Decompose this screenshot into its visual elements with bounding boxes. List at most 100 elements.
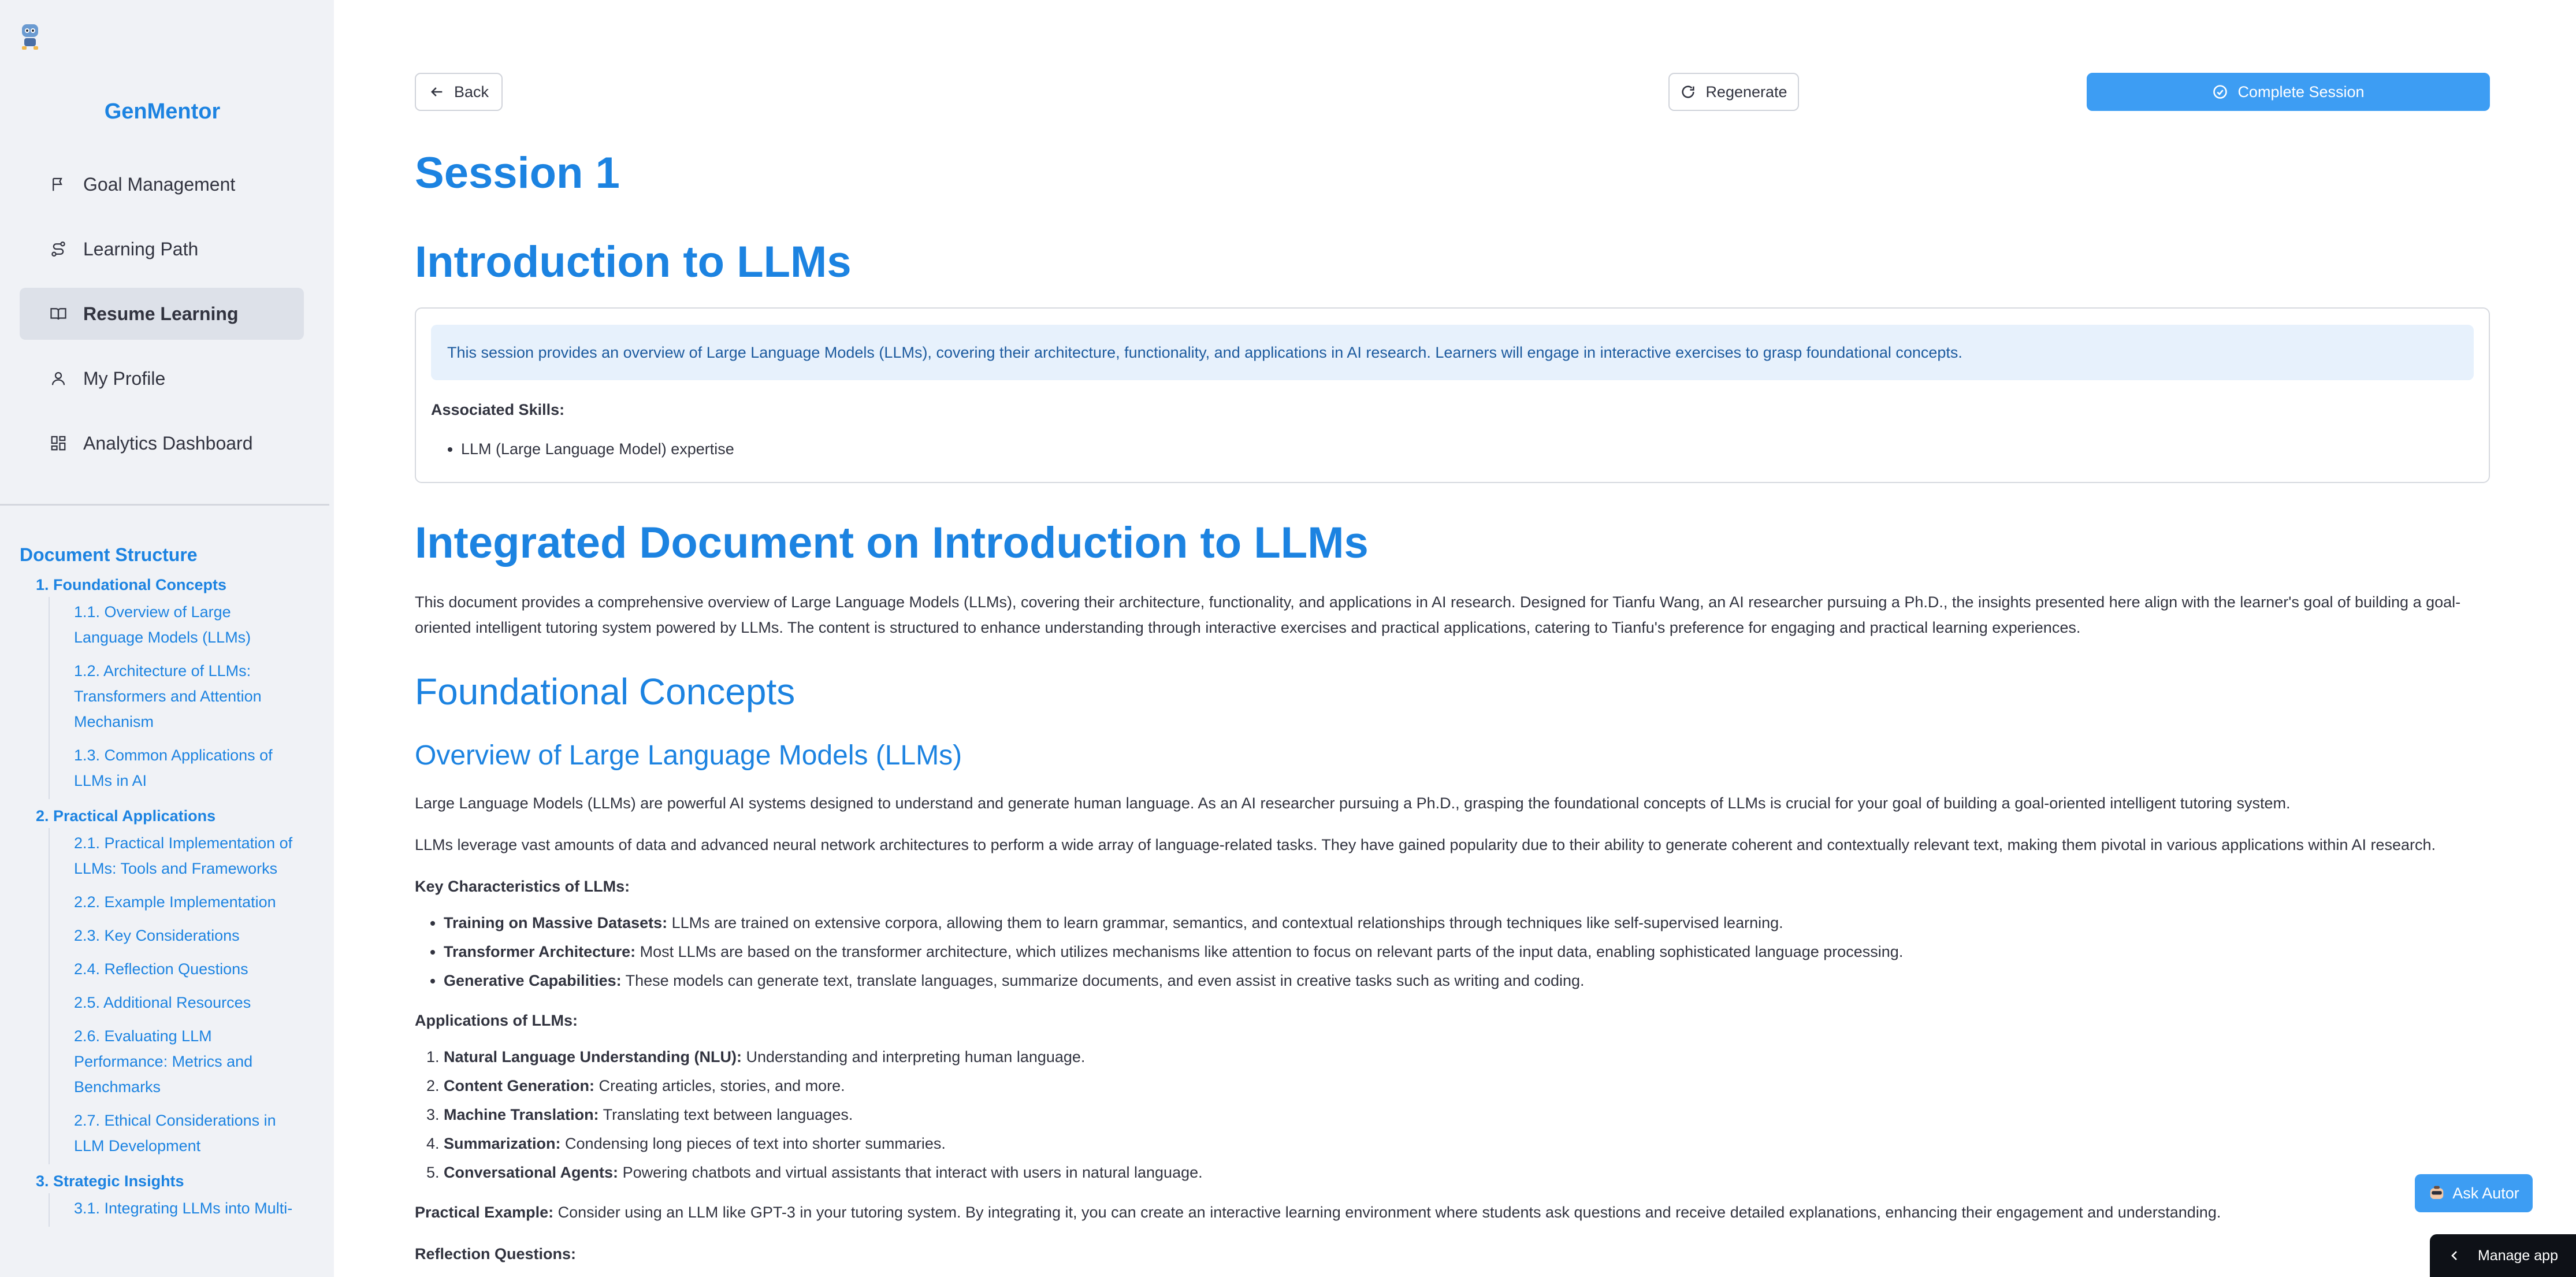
toc-subsection-link[interactable]: 1.2. Architecture of LLMs: Transformers … <box>74 656 297 740</box>
list-item-text: Understanding and interpreting human lan… <box>742 1048 1086 1066</box>
session-title: Session 1 <box>415 149 620 198</box>
list-item: Summarization: Condensing long pieces of… <box>444 1129 2483 1158</box>
nav-item-label: Analytics Dashboard <box>83 432 253 454</box>
list-item-text: These models can generate text, translat… <box>621 972 1585 989</box>
dashboard-icon <box>50 435 67 452</box>
manage-app-label: Manage app <box>2477 1247 2558 1264</box>
reflection-questions-label: Reflection Questions: <box>415 1245 577 1263</box>
toc-subsection-link[interactable]: 2.3. Key Considerations <box>74 920 297 954</box>
toc-section-link[interactable]: 3. Strategic Insights <box>36 1169 297 1193</box>
toc-subsection-link[interactable]: 1.3. Common Applications of LLMs in AI <box>74 740 297 799</box>
refresh-icon <box>1680 84 1696 100</box>
key-characteristics-list: Training on Massive Datasets: LLMs are t… <box>415 908 2483 995</box>
list-item-label: Generative Capabilities: <box>444 972 622 989</box>
toc-subsection-link[interactable]: 2.7. Ethical Considerations in LLM Devel… <box>74 1105 297 1164</box>
document-title: Integrated Document on Introduction to L… <box>415 518 1369 567</box>
toc-subsection-link[interactable]: 3.1. Integrating LLMs into Multi- <box>74 1193 297 1227</box>
toc-subsection-link[interactable]: 2.4. Reflection Questions <box>74 954 297 988</box>
chevron-left-icon <box>2448 1249 2462 1263</box>
list-item-label: Summarization: <box>444 1135 561 1152</box>
regenerate-button[interactable]: Regenerate <box>1668 73 1799 111</box>
applications-list: Natural Language Understanding (NLU): Un… <box>415 1042 2483 1187</box>
body-paragraph: Large Language Models (LLMs) are powerfu… <box>415 795 2291 812</box>
practical-example-label: Practical Example: <box>415 1204 554 1221</box>
robot-logo-icon <box>18 22 42 51</box>
key-characteristics-label: Key Characteristics of LLMs: <box>415 878 630 895</box>
toc-subsection-list: 3.1. Integrating LLMs into Multi- <box>49 1193 297 1227</box>
practical-example: Practical Example: Consider using an LLM… <box>415 1200 2483 1241</box>
sidebar-nav: Goal Management Learning Path Resume Lea… <box>20 158 304 482</box>
list-item: Conversational Agents: Powering chatbots… <box>444 1158 2483 1187</box>
session-heading: Introduction to LLMs <box>415 237 852 287</box>
document-structure-title: Document Structure <box>20 544 198 565</box>
nav-item-resume-learning[interactable]: Resume Learning <box>20 288 304 340</box>
nav-item-label: My Profile <box>83 367 166 389</box>
regenerate-button-label: Regenerate <box>1705 83 1787 101</box>
book-icon <box>50 305 67 322</box>
toc-subsection-link[interactable]: 2.5. Additional Resources <box>74 988 297 1021</box>
list-item: Transformer Architecture: Most LLMs are … <box>444 937 2483 966</box>
ask-autor-label: Ask Autor <box>2452 1184 2519 1202</box>
complete-session-button[interactable]: Complete Session <box>2087 73 2490 111</box>
list-item-text: Translating text between languages. <box>599 1106 853 1123</box>
associated-skills-list: LLM (Large Language Model) expertise <box>431 440 734 458</box>
list-item: Natural Language Understanding (NLU): Un… <box>444 1042 2483 1071</box>
list-item: Generative Capabilities: These models ca… <box>444 966 2483 995</box>
list-item: Content Generation: Creating articles, s… <box>444 1071 2483 1100</box>
document-structure: Document Structure 1. Foundational Conce… <box>20 544 297 1227</box>
sidebar-divider <box>0 504 329 506</box>
robot-face-icon <box>2428 1185 2445 1202</box>
list-item-label: Natural Language Understanding (NLU): <box>444 1048 742 1066</box>
toc-section-link[interactable]: 2. Practical Applications <box>36 804 297 828</box>
session-summary-card: This session provides an overview of Lar… <box>415 307 2490 483</box>
document-intro: This document provides a comprehensive o… <box>415 593 2461 636</box>
nav-item-goal-management[interactable]: Goal Management <box>20 158 304 210</box>
nav-item-label: Learning Path <box>83 238 199 259</box>
associated-skills-label: Associated Skills: <box>431 401 565 418</box>
list-item-label: Training on Massive Datasets: <box>444 914 668 931</box>
check-circle-icon <box>2212 84 2228 100</box>
ask-autor-button[interactable]: Ask Autor <box>2415 1174 2533 1212</box>
toc-subsection-link[interactable]: 2.1. Practical Implementation of LLMs: T… <box>74 828 297 887</box>
toc-subsection-list: 1.1. Overview of Large Language Models (… <box>49 597 297 799</box>
applications-label: Applications of LLMs: <box>415 1012 578 1029</box>
list-item-text: Creating articles, stories, and more. <box>594 1077 845 1094</box>
arrow-left-icon <box>429 84 445 100</box>
main-content: Back Regenerate Complete Session Session… <box>415 0 2491 1277</box>
nav-item-my-profile[interactable]: My Profile <box>20 352 304 404</box>
sidebar: GenMentor Goal Management Learning Path … <box>0 0 334 1277</box>
session-summary-info: This session provides an overview of Lar… <box>431 325 2474 380</box>
body-paragraph: LLMs leverage vast amounts of data and a… <box>415 836 2436 853</box>
nav-item-label: Resume Learning <box>83 303 239 324</box>
toc-subsection-link[interactable]: 1.1. Overview of Large Language Models (… <box>74 597 297 656</box>
skill-item: LLM (Large Language Model) expertise <box>461 440 734 458</box>
complete-session-button-label: Complete Session <box>2237 83 2365 101</box>
toc-subsection-list: 2.1. Practical Implementation of LLMs: T… <box>49 828 297 1164</box>
list-item: Training on Massive Datasets: LLMs are t… <box>444 908 2483 937</box>
app-title: GenMentor <box>104 99 221 124</box>
route-icon <box>50 240 67 258</box>
nav-item-analytics-dashboard[interactable]: Analytics Dashboard <box>20 417 304 469</box>
subsection-heading: Overview of Large Language Models (LLMs) <box>415 740 962 771</box>
back-button-label: Back <box>454 83 489 101</box>
toc-section-link[interactable]: 1. Foundational Concepts <box>36 573 297 597</box>
list-item-label: Content Generation: <box>444 1077 594 1094</box>
list-item-label: Conversational Agents: <box>444 1164 619 1181</box>
user-icon <box>50 370 67 387</box>
list-item-text: Powering chatbots and virtual assistants… <box>618 1164 1203 1181</box>
toc-subsection-link[interactable]: 2.6. Evaluating LLM Performance: Metrics… <box>74 1021 297 1105</box>
manage-app-button[interactable]: Manage app <box>2430 1234 2576 1277</box>
list-item-text: Most LLMs are based on the transformer a… <box>635 943 1904 960</box>
flag-icon <box>50 176 67 193</box>
list-item-label: Machine Translation: <box>444 1106 599 1123</box>
list-item-label: Transformer Architecture: <box>444 943 636 960</box>
toc-subsection-link[interactable]: 2.2. Example Implementation <box>74 887 297 920</box>
document-body: Large Language Models (LLMs) are powerfu… <box>415 790 2483 1276</box>
list-item-text: Condensing long pieces of text into shor… <box>560 1135 946 1152</box>
list-item-text: LLMs are trained on extensive corpora, a… <box>667 914 1783 931</box>
section-heading: Foundational Concepts <box>415 671 796 712</box>
practical-example-text: Consider using an LLM like GPT-3 in your… <box>553 1204 2221 1221</box>
back-button[interactable]: Back <box>415 73 503 111</box>
nav-item-learning-path[interactable]: Learning Path <box>20 223 304 275</box>
nav-item-label: Goal Management <box>83 173 236 195</box>
